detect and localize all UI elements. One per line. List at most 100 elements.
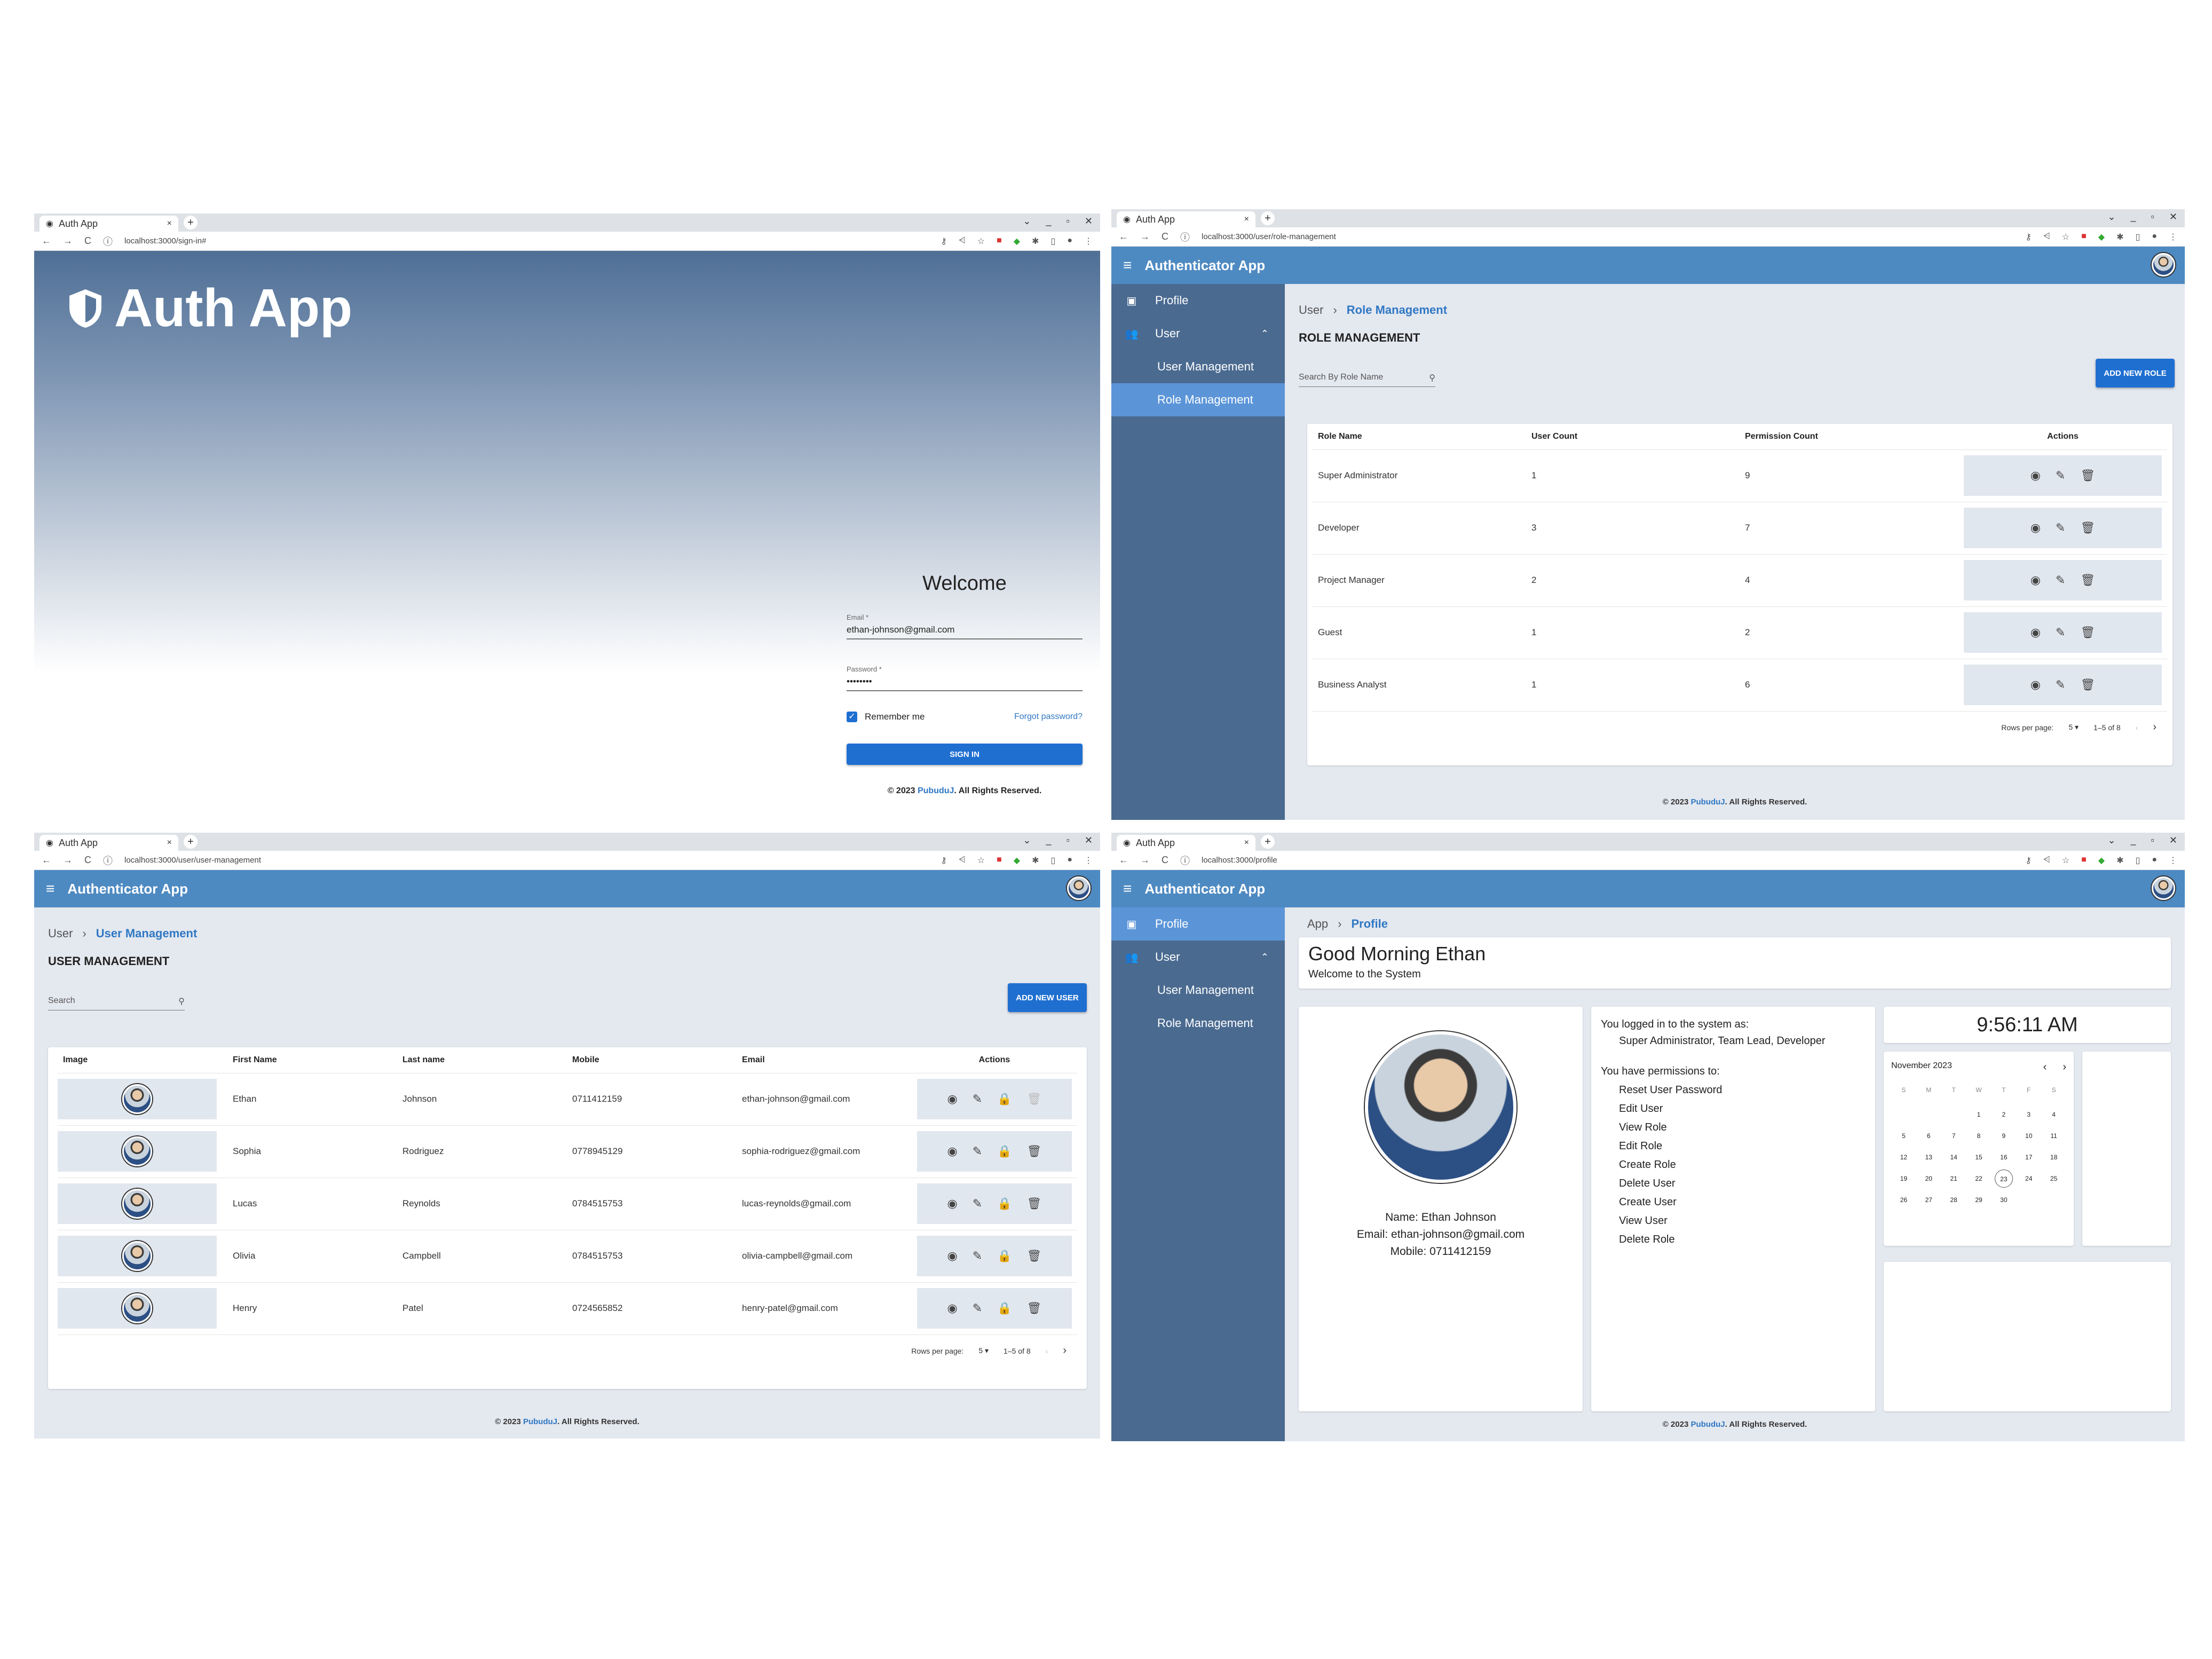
calendar-day[interactable]: 23	[1994, 1170, 2013, 1188]
rows-per-page-select[interactable]: 5 ▾	[978, 1346, 989, 1355]
prev-page-icon[interactable]: ‹	[1046, 1347, 1048, 1355]
calendar-day[interactable]: 7	[1941, 1127, 1966, 1145]
tab-list-icon[interactable]: ⌄	[2107, 211, 2115, 223]
reset-password-lock-icon[interactable]: 🔒	[997, 1092, 1012, 1106]
tab-close-icon[interactable]: ×	[167, 838, 172, 848]
site-info-icon[interactable]: ⓘ	[1180, 854, 1190, 867]
forgot-password-link[interactable]: Forgot password?	[1014, 712, 1083, 722]
extension-icon[interactable]: ◆	[2098, 855, 2105, 866]
delete-trash-icon[interactable]: 🗑	[1027, 1144, 1042, 1158]
sidebar-item-profile[interactable]: ▣ Profile	[1111, 907, 1285, 941]
browser-tab[interactable]: ◉ Auth App ×	[1117, 835, 1255, 851]
breadcrumb-parent[interactable]: User	[48, 927, 73, 941]
calendar-day[interactable]: 4	[2041, 1105, 2066, 1124]
extension-icon[interactable]: ■	[997, 855, 1002, 866]
calendar-day[interactable]: 17	[2016, 1148, 2041, 1166]
delete-trash-icon[interactable]: 🗑	[2080, 521, 2095, 535]
role-search-input[interactable]: Search By Role Name ⚲	[1299, 373, 1435, 387]
calendar-day[interactable]: 6	[1916, 1127, 1941, 1145]
user-avatar[interactable]	[2152, 876, 2175, 900]
maximize-icon[interactable]: ▫	[2151, 211, 2154, 223]
back-icon[interactable]: ←	[42, 235, 51, 247]
menu-icon[interactable]: ≡	[1123, 257, 1132, 274]
column-header[interactable]: Role Name	[1313, 424, 1526, 450]
footer-author-link[interactable]: PubuduJ	[1690, 1420, 1725, 1429]
sidebar-item-role-management[interactable]: Role Management	[1111, 1007, 1285, 1040]
calendar-day[interactable]: 15	[1966, 1148, 1992, 1166]
add-new-role-button[interactable]: ADD NEW ROLE	[2096, 359, 2175, 388]
sidebar-item-role-management[interactable]: Role Management	[1111, 383, 1285, 416]
sidepanel-icon[interactable]: ▯	[2136, 232, 2140, 242]
breadcrumb-parent[interactable]: User	[1299, 303, 1323, 317]
share-icon[interactable]: ⩤	[2043, 232, 2050, 242]
extensions-puzzle-icon[interactable]: ✱	[1032, 855, 1039, 866]
edit-pencil-icon[interactable]: ✎	[2056, 469, 2065, 483]
site-info-icon[interactable]: ⓘ	[1180, 230, 1190, 244]
site-info-icon[interactable]: ⓘ	[103, 234, 113, 248]
close-window-icon[interactable]: ✕	[1085, 835, 1093, 846]
sidepanel-icon[interactable]: ▯	[2136, 855, 2140, 866]
close-window-icon[interactable]: ✕	[2169, 211, 2177, 223]
view-eye-icon[interactable]: ◉	[947, 1092, 958, 1106]
bookmark-star-icon[interactable]: ☆	[2062, 232, 2069, 242]
browser-tab[interactable]: ◉ Auth App ×	[40, 216, 178, 232]
delete-trash-icon[interactable]: 🗑	[1027, 1197, 1042, 1211]
bookmark-star-icon[interactable]: ☆	[2062, 855, 2069, 866]
minimize-icon[interactable]: _	[2131, 835, 2136, 846]
view-eye-icon[interactable]: ◉	[947, 1144, 958, 1158]
maximize-icon[interactable]: ▫	[1066, 216, 1070, 227]
edit-pencil-icon[interactable]: ✎	[973, 1144, 982, 1158]
new-tab-button[interactable]: +	[184, 216, 198, 230]
tab-list-icon[interactable]: ⌄	[1023, 216, 1031, 227]
column-header[interactable]: Email	[737, 1047, 906, 1073]
delete-trash-icon[interactable]: 🗑	[1027, 1249, 1042, 1263]
new-tab-button[interactable]: +	[1261, 835, 1275, 849]
menu-dots-icon[interactable]: ⋮	[1084, 855, 1093, 866]
url-field[interactable]: localhost:3000/sign-in#	[124, 236, 929, 246]
calendar-day[interactable]: 26	[1891, 1191, 1916, 1209]
reset-password-lock-icon[interactable]: 🔒	[997, 1197, 1012, 1211]
footer-author-link[interactable]: PubuduJ	[918, 786, 954, 795]
back-icon[interactable]: ←	[1119, 231, 1128, 242]
calendar-day[interactable]: 20	[1916, 1170, 1941, 1188]
user-search-input[interactable]: Search ⚲	[48, 996, 185, 1010]
calendar-day[interactable]: 25	[2041, 1170, 2066, 1188]
maximize-icon[interactable]: ▫	[2151, 835, 2154, 846]
menu-dots-icon[interactable]: ⋮	[2169, 232, 2177, 242]
new-tab-button[interactable]: +	[1261, 211, 1275, 225]
reload-icon[interactable]: C	[84, 235, 91, 247]
key-icon[interactable]: ⚷	[941, 855, 947, 866]
extension-icon[interactable]: ■	[997, 236, 1002, 247]
calendar-day[interactable]: 22	[1966, 1170, 1992, 1188]
next-page-icon[interactable]: ›	[2153, 721, 2156, 733]
new-tab-button[interactable]: +	[184, 835, 198, 849]
delete-trash-icon[interactable]: 🗑	[1027, 1092, 1042, 1106]
profile-icon[interactable]: ●	[2152, 232, 2157, 242]
menu-dots-icon[interactable]: ⋮	[2169, 855, 2177, 866]
add-new-user-button[interactable]: ADD NEW USER	[1008, 983, 1087, 1012]
share-icon[interactable]: ⩤	[959, 855, 966, 866]
tab-close-icon[interactable]: ×	[1244, 838, 1249, 848]
delete-trash-icon[interactable]: 🗑	[2080, 626, 2095, 639]
view-eye-icon[interactable]: ◉	[2031, 573, 2041, 587]
calendar-day[interactable]: 8	[1966, 1127, 1992, 1145]
calendar-day[interactable]: 5	[1891, 1127, 1916, 1145]
view-eye-icon[interactable]: ◉	[2031, 626, 2041, 639]
calendar-month[interactable]: November 2023	[1891, 1061, 1952, 1073]
user-avatar[interactable]	[1067, 876, 1091, 900]
share-icon[interactable]: ⩤	[959, 236, 966, 247]
url-field[interactable]: localhost:3000/user/role-management	[1202, 232, 2013, 241]
tab-close-icon[interactable]: ×	[1244, 215, 1249, 224]
calendar-day[interactable]: 2	[1991, 1105, 2016, 1124]
view-eye-icon[interactable]: ◉	[947, 1301, 958, 1315]
minimize-icon[interactable]: _	[1046, 835, 1052, 846]
reload-icon[interactable]: C	[1162, 855, 1168, 866]
edit-pencil-icon[interactable]: ✎	[2056, 573, 2065, 587]
edit-pencil-icon[interactable]: ✎	[973, 1197, 982, 1211]
edit-pencil-icon[interactable]: ✎	[973, 1301, 982, 1315]
user-avatar[interactable]	[2152, 253, 2175, 276]
forward-icon[interactable]: →	[63, 235, 73, 247]
delete-trash-icon[interactable]: 🗑	[2080, 573, 2095, 587]
maximize-icon[interactable]: ▫	[1066, 835, 1070, 846]
key-icon[interactable]: ⚷	[941, 236, 947, 247]
